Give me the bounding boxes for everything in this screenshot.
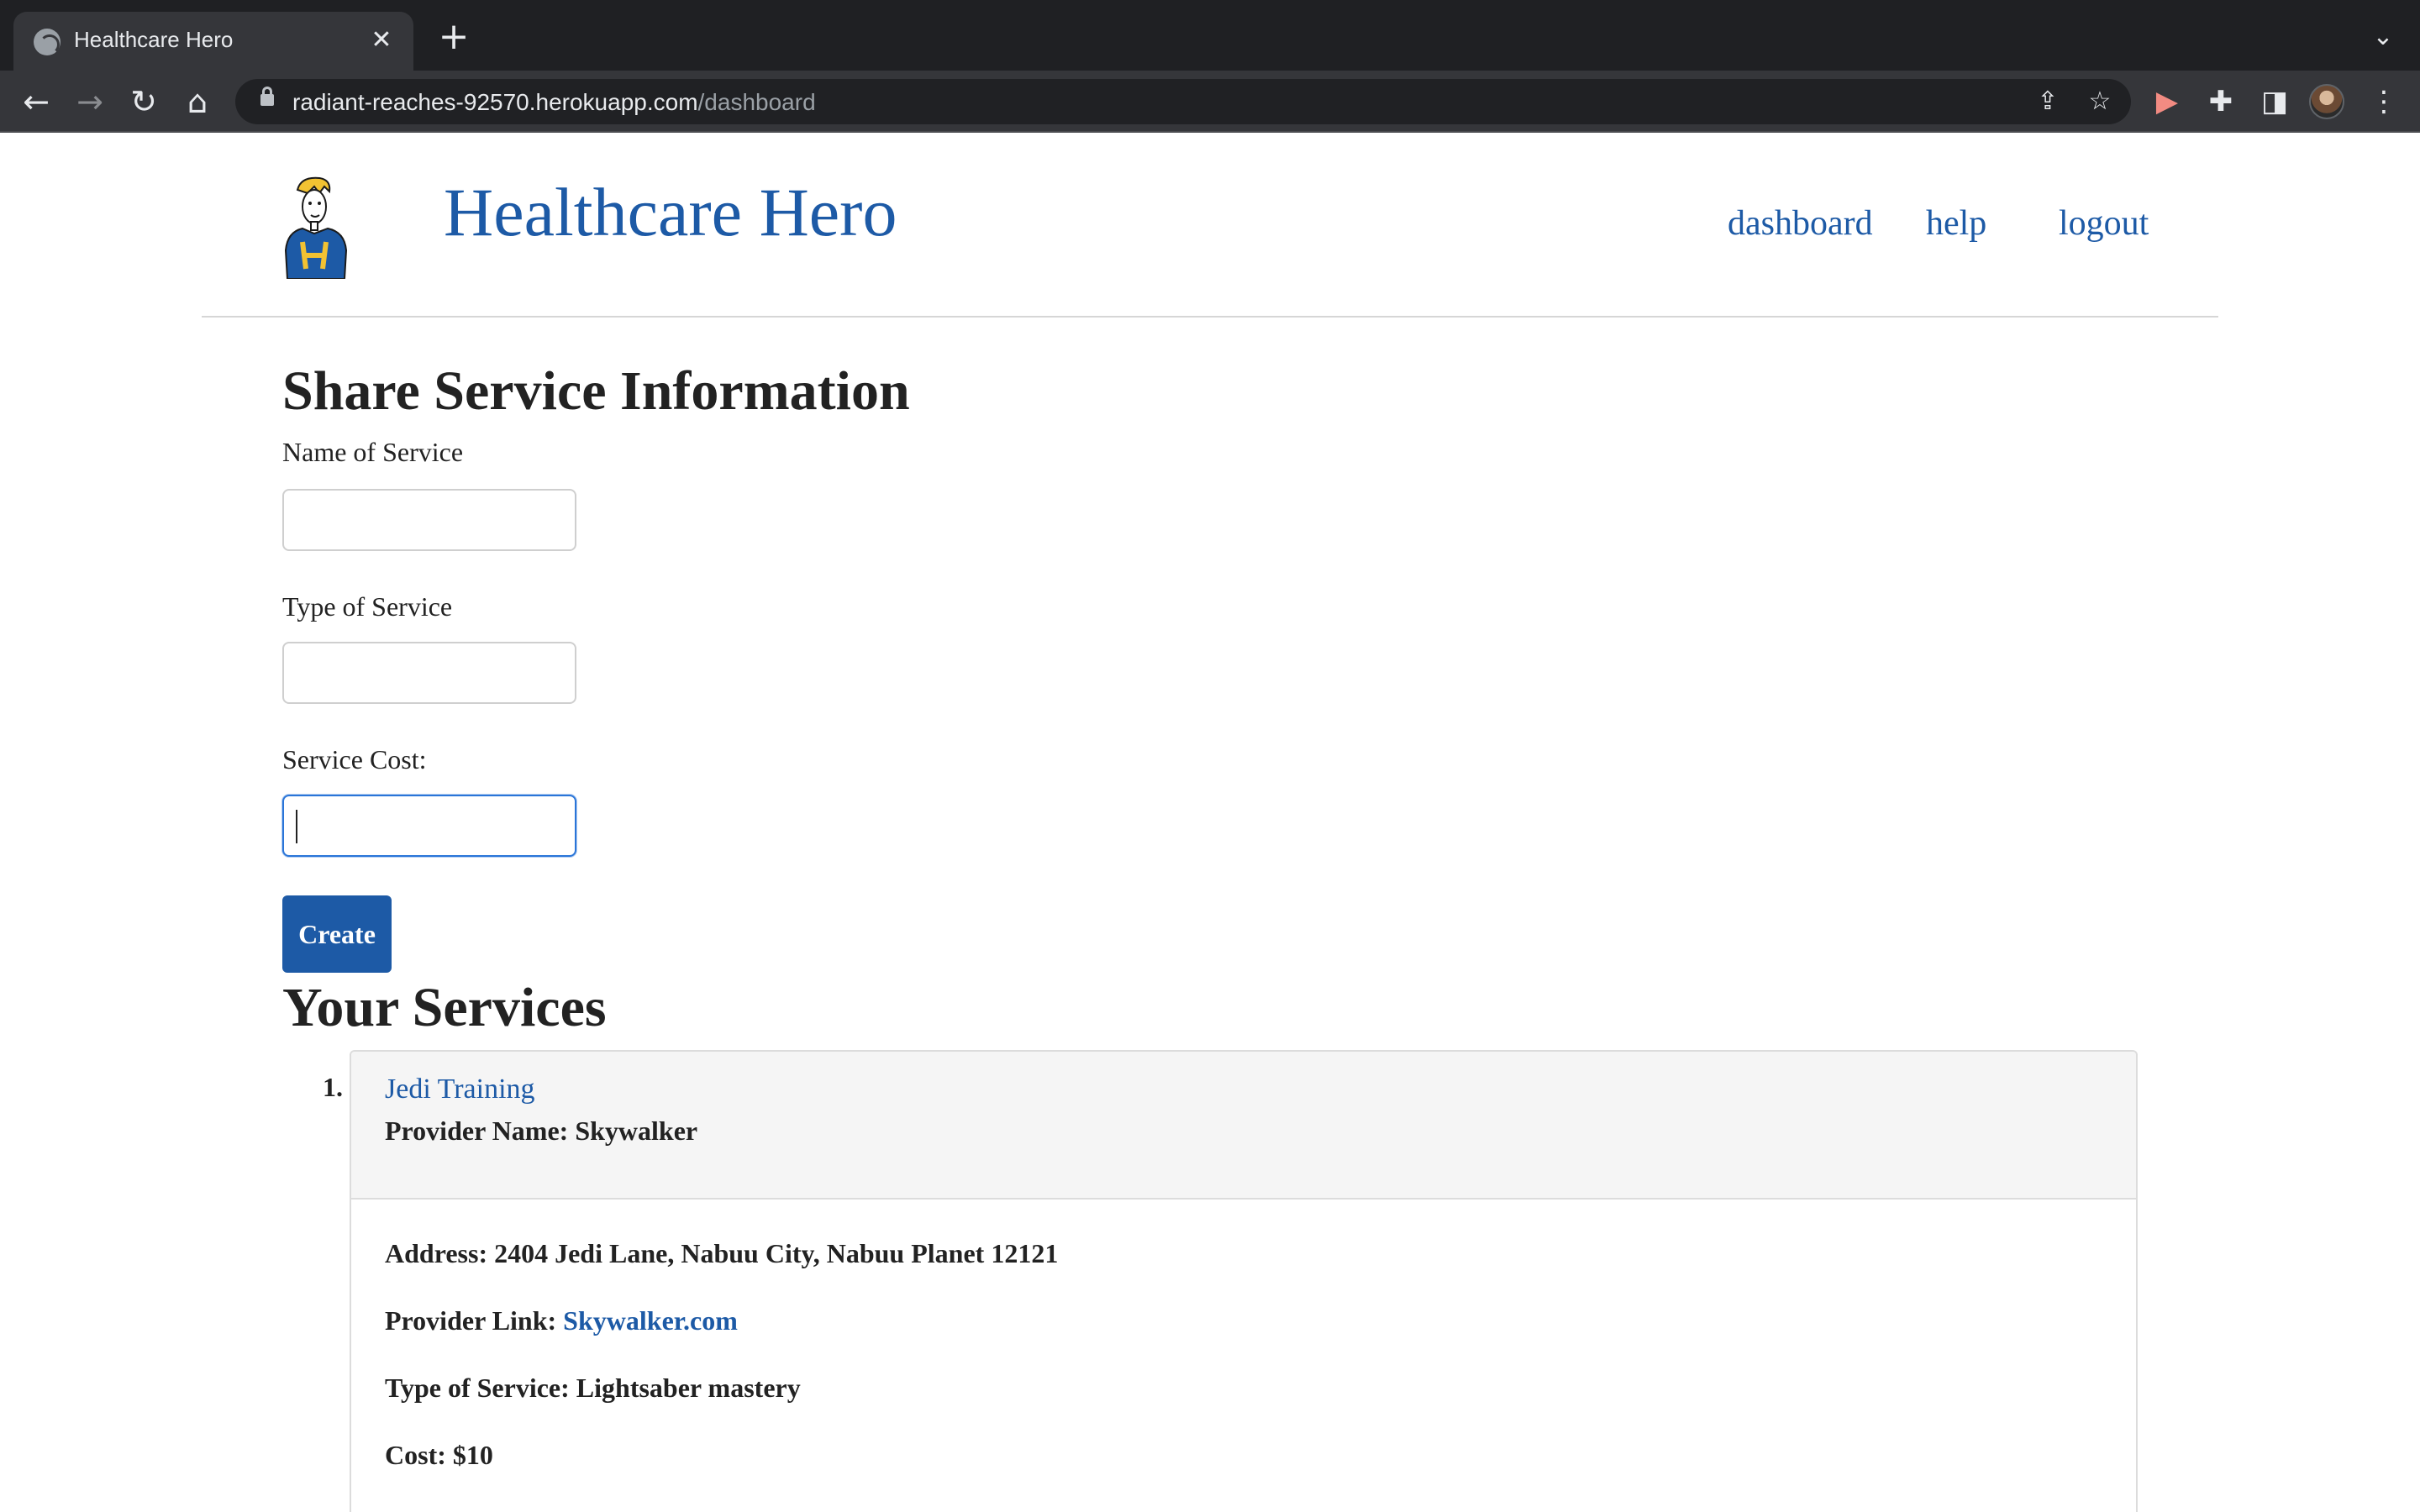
service-name-input[interactable] <box>282 489 576 551</box>
new-tab-icon[interactable]: + <box>435 18 472 55</box>
service-type-label: Type of Service <box>282 591 453 622</box>
create-button[interactable]: Create <box>282 895 392 973</box>
share-icon[interactable]: ⇪ <box>2030 84 2065 119</box>
side-panel-icon[interactable]: ◨ <box>2254 81 2296 123</box>
address-label: Address: <box>385 1238 488 1268</box>
menu-kebab-icon[interactable]: ⋮ <box>2363 81 2405 123</box>
list-item-number: 1. <box>323 1072 343 1102</box>
service-name-label: Name of Service <box>282 437 464 467</box>
service-cost-label: Service Cost: <box>282 744 427 774</box>
url-path: /dashboard <box>697 89 816 115</box>
cast-extension-icon[interactable]: ▶ <box>2146 81 2188 123</box>
reload-icon[interactable]: ↻ <box>123 81 165 123</box>
text-caret <box>296 810 297 843</box>
close-tab-icon[interactable]: ✕ <box>365 24 398 57</box>
service-type-input[interactable] <box>282 642 576 704</box>
address-bar[interactable]: radiant-reaches-92570.herokuapp.com/dash… <box>235 79 2131 124</box>
service-cost-input[interactable] <box>282 795 576 857</box>
provider-name-value: Skywalker <box>575 1116 698 1146</box>
profile-avatar[interactable] <box>2309 84 2344 119</box>
forward-icon[interactable]: → <box>69 81 111 123</box>
globe-icon <box>34 29 60 55</box>
nav-link-logout[interactable]: logout <box>2059 203 2149 244</box>
site-title: Healthcare Hero <box>444 174 897 250</box>
cost-line: Cost: $10 <box>385 1440 493 1471</box>
service-card: Jedi Training Provider Name: Skywalker A… <box>350 1050 2138 1512</box>
service-type-value: Lightsaber mastery <box>576 1373 801 1403</box>
services-title: Your Services <box>282 977 607 1038</box>
provider-link-label: Provider Link: <box>385 1305 557 1336</box>
address-value: 2404 Jedi Lane, Nabuu City, Nabuu Planet… <box>494 1238 1059 1268</box>
back-icon[interactable]: ← <box>15 81 57 123</box>
service-name-link[interactable]: Jedi Training <box>385 1074 535 1105</box>
nav-link-dashboard[interactable]: dashboard <box>1728 203 1873 244</box>
home-icon[interactable]: ⌂ <box>176 81 218 123</box>
service-card-header: Jedi Training Provider Name: Skywalker <box>351 1052 2136 1200</box>
chevron-down-icon[interactable]: ⌄ <box>2366 20 2400 54</box>
provider-link[interactable]: Skywalker.com <box>563 1305 738 1336</box>
browser-tab[interactable]: Healthcare Hero ✕ <box>13 12 413 71</box>
page-content: Healthcare Hero dashboard help logout Sh… <box>0 133 2420 1512</box>
url-host: radiant-reaches-92570.herokuapp.com <box>292 89 698 115</box>
puzzle-extension-icon[interactable]: ✚ <box>2200 81 2242 123</box>
url-text[interactable]: radiant-reaches-92570.herokuapp.com/dash… <box>292 89 816 116</box>
form-title: Share Service Information <box>282 360 910 422</box>
bookmark-star-icon[interactable]: ☆ <box>2082 84 2118 119</box>
provider-name-line: Provider Name: Skywalker <box>385 1116 697 1147</box>
service-type-label-text: Type of Service: <box>385 1373 570 1403</box>
browser-toolbar: ← → ↻ ⌂ radiant-reaches-92570.herokuapp.… <box>0 71 2420 133</box>
nav-link-help[interactable]: help <box>1926 203 1986 244</box>
service-type-line: Type of Service: Lightsaber mastery <box>385 1373 801 1404</box>
browser-tab-strip: Healthcare Hero ✕ + ⌄ <box>0 0 2420 71</box>
hero-logo-icon <box>284 176 348 279</box>
tab-title: Healthcare Hero <box>74 27 234 52</box>
lock-icon[interactable] <box>260 87 274 106</box>
cost-value: $10 <box>452 1440 493 1470</box>
cost-label: Cost: <box>385 1440 446 1470</box>
provider-name-label: Provider Name: <box>385 1116 569 1146</box>
header-divider <box>202 316 2218 318</box>
provider-link-line: Provider Link: Skywalker.com <box>385 1305 738 1336</box>
address-line: Address: 2404 Jedi Lane, Nabuu City, Nab… <box>385 1238 1058 1269</box>
